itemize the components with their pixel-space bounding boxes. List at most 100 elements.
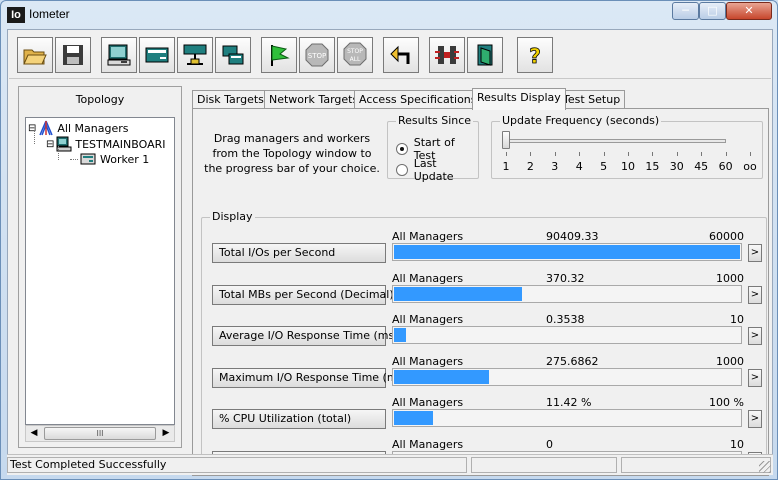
- exit-icon: [435, 46, 459, 64]
- metric-target-label: All Managers: [392, 313, 464, 326]
- slider-tick: [725, 152, 727, 156]
- main-client-area: STOP STOP ALL ? Topology ⊟ All Managers …: [7, 29, 773, 476]
- tab-results-display[interactable]: Results Display: [472, 88, 566, 110]
- scroll-right-icon[interactable]: ▶: [158, 426, 174, 441]
- tab-test-setup[interactable]: Test Setup: [558, 90, 626, 109]
- slider-tick: [750, 152, 751, 156]
- scroll-thumb[interactable]: III: [44, 427, 156, 440]
- metric-select-button[interactable]: % CPU Utilization (total): [212, 409, 386, 429]
- slider-tick-label: 3: [551, 160, 559, 173]
- slider-tick-label: 60: [718, 160, 733, 173]
- close-icon: ✕: [744, 4, 754, 17]
- title-bar[interactable]: Io Iometer ─ □ ✕: [1, 1, 777, 29]
- slider-tick-label: 30: [669, 160, 684, 173]
- collapse-icon[interactable]: ⊟: [28, 123, 36, 134]
- save-config-button[interactable]: [55, 37, 91, 73]
- metric-select-button[interactable]: Maximum I/O Response Time (ms): [212, 368, 408, 388]
- collapse-icon[interactable]: ⊟: [46, 139, 54, 150]
- status-bar: Test Completed Successfully: [7, 454, 773, 475]
- metric-progress-bar[interactable]: [392, 368, 742, 386]
- update-frequency-track[interactable]: [504, 139, 726, 143]
- start-tests-button[interactable]: [261, 37, 297, 73]
- tree-line: [58, 146, 59, 160]
- reset-workers-button[interactable]: [383, 37, 419, 73]
- tree-item-worker[interactable]: Worker 1: [70, 152, 149, 166]
- iometer-app-icon: Io: [7, 7, 25, 23]
- close-button[interactable]: ✕: [726, 2, 772, 20]
- topology-title: Topology: [75, 93, 125, 106]
- metric-target-label: All Managers: [392, 438, 464, 451]
- resize-grip-icon[interactable]: [759, 461, 771, 473]
- metric-target-label: All Managers: [392, 396, 464, 409]
- update-frequency-slider-thumb[interactable]: [502, 131, 510, 149]
- display-group: Display All Managers 90409.33 60000 Total I…: [201, 210, 767, 473]
- tab-access-specifications[interactable]: Access Specifications: [354, 90, 482, 109]
- metric-more-button[interactable]: >: [748, 327, 762, 345]
- results-since-group: Results Since Start of Test Last Update: [387, 114, 479, 183]
- exit-iometer-button[interactable]: [429, 37, 465, 73]
- all-managers-icon: [39, 120, 54, 136]
- radio-selected-icon[interactable]: [396, 143, 408, 155]
- slider-tick: [701, 152, 703, 156]
- radio-last-update[interactable]: Last Update: [396, 157, 478, 183]
- metric-progress-bar[interactable]: [392, 285, 742, 303]
- maximize-button[interactable]: □: [699, 2, 726, 20]
- help-button[interactable]: ?: [517, 37, 553, 73]
- radio-unselected-icon[interactable]: [396, 164, 408, 176]
- metric-more-button[interactable]: >: [748, 410, 762, 428]
- metric-progress-fill: [394, 328, 406, 342]
- stop-all-button[interactable]: STOP ALL: [337, 37, 373, 73]
- metric-progress-bar[interactable]: [392, 326, 742, 344]
- tab-network-targets[interactable]: Network Targets: [264, 90, 364, 109]
- tab-disk-targets[interactable]: Disk Targets: [192, 90, 269, 109]
- metric-target-label: All Managers: [392, 230, 464, 243]
- metric-select-button[interactable]: Average I/O Response Time (ms): [212, 326, 399, 346]
- metric-max: 1000: [716, 355, 744, 368]
- new-disk-worker-icon: [145, 47, 169, 63]
- new-manager-button[interactable]: [101, 37, 137, 73]
- metric-more-button[interactable]: >: [748, 286, 762, 304]
- slider-tick: [579, 152, 581, 156]
- save-disk-icon: [63, 45, 83, 65]
- slider-tick-label: 1: [502, 160, 510, 173]
- topology-panel: Topology ⊟ All Managers ⊟ TESTMAINBOARI …: [18, 86, 182, 448]
- scroll-left-icon[interactable]: ◀: [26, 426, 42, 441]
- metric-progress-bar[interactable]: [392, 243, 742, 261]
- tree-item-manager[interactable]: ⊟ TESTMAINBOARI: [46, 136, 165, 152]
- about-button[interactable]: [467, 37, 503, 73]
- new-network-worker-button[interactable]: [177, 37, 213, 73]
- new-disk-worker-button[interactable]: [139, 37, 175, 73]
- minimize-button[interactable]: ─: [672, 2, 699, 20]
- duplicate-worker-icon: [222, 45, 244, 65]
- tree-label-all-managers: All Managers: [57, 121, 129, 135]
- slider-tick-label: 15: [645, 160, 660, 173]
- display-label: Display: [210, 210, 255, 223]
- status-pane-3: [621, 457, 771, 473]
- slider-tick: [530, 152, 532, 156]
- metric-max: 10: [730, 313, 744, 326]
- topology-horizontal-scrollbar[interactable]: ◀ III ▶: [25, 425, 175, 442]
- worker-disk-icon: [80, 153, 96, 165]
- new-manager-icon: [107, 44, 131, 66]
- duplicate-worker-button[interactable]: [215, 37, 251, 73]
- metric-select-button[interactable]: Total I/Os per Second: [212, 243, 386, 263]
- metric-value: 0: [546, 438, 553, 451]
- metric-progress-fill: [394, 370, 489, 384]
- metric-progress-bar[interactable]: [392, 409, 742, 427]
- metric-value: 275.6862: [546, 355, 599, 368]
- start-green-flag-icon: [271, 45, 290, 66]
- stop-test-button[interactable]: STOP: [299, 37, 335, 73]
- metric-value: 370.32: [546, 272, 585, 285]
- tree-label-manager: TESTMAINBOARI: [75, 137, 166, 151]
- metric-target-label: All Managers: [392, 355, 464, 368]
- tree-line: [34, 130, 35, 144]
- metric-value: 0.3538: [546, 313, 585, 326]
- metric-more-button[interactable]: >: [748, 244, 762, 262]
- results-display-panel: Drag managers and workers from the Topol…: [192, 108, 769, 476]
- window-title: Iometer: [29, 7, 70, 21]
- metric-select-button[interactable]: Total MBs per Second (Decimal): [212, 285, 394, 305]
- tree-item-all-managers[interactable]: ⊟ All Managers: [28, 120, 128, 136]
- metric-more-button[interactable]: >: [748, 369, 762, 387]
- topology-tree[interactable]: ⊟ All Managers ⊟ TESTMAINBOARI Worker 1: [25, 117, 175, 425]
- open-config-button[interactable]: [17, 37, 53, 73]
